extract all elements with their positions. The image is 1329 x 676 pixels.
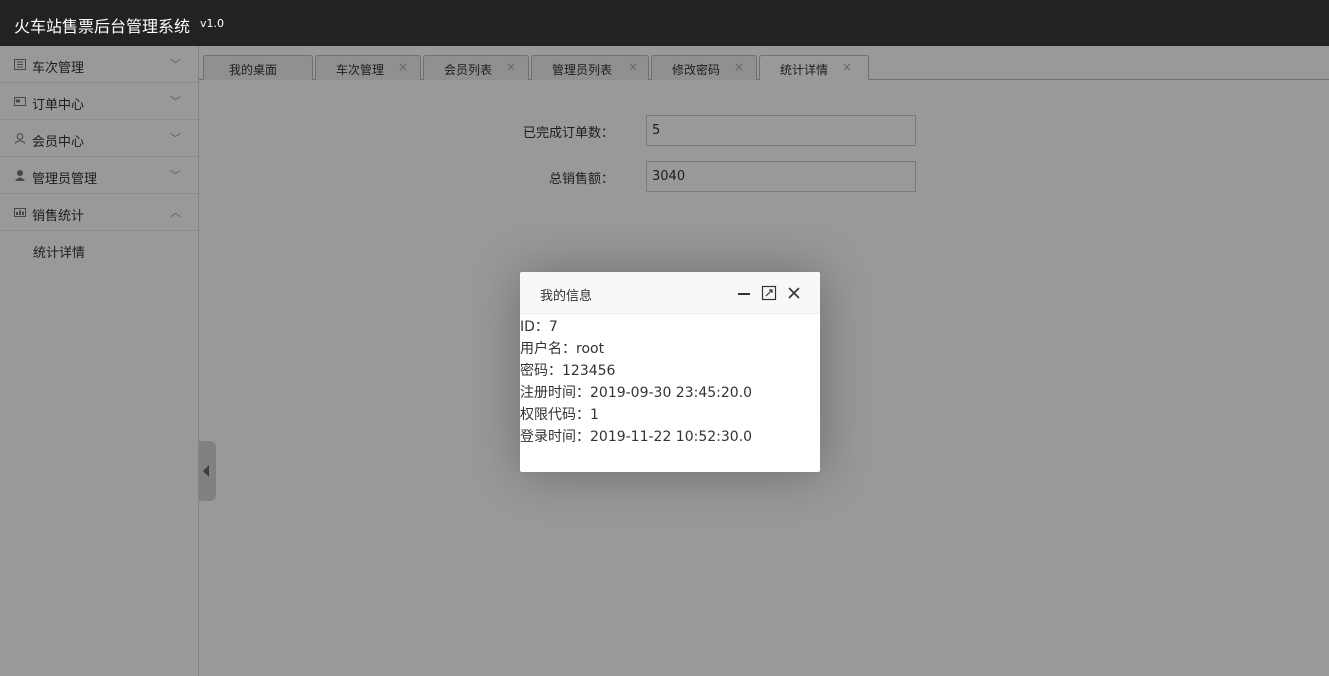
dialog-body: ID：7 用户名：root 密码：123456 注册时间：2019-09-30 …: [520, 316, 820, 448]
info-id: ID：7: [520, 319, 558, 335]
app-title: 火车站售票后台管理系统: [14, 17, 191, 36]
dialog-header: 我的信息: [520, 272, 820, 314]
info-permission-code: 权限代码：1: [520, 407, 599, 423]
close-icon[interactable]: [786, 285, 802, 301]
info-password: 密码：123456: [520, 363, 616, 379]
info-register-time: 注册时间：2019-09-30 23:45:20.0: [520, 385, 753, 401]
my-info-dialog: 我的信息 ID：7 用户名：root 密码：123456 注册时间：2019-0…: [520, 272, 820, 472]
maximize-icon[interactable]: [761, 285, 777, 301]
app-version: v1.0: [200, 17, 225, 30]
top-header: 火车站售票后台管理系统 v1.0: [0, 0, 1329, 46]
dialog-title: 我的信息: [540, 289, 593, 304]
info-login-time: 登录时间：2019-11-22 10:52:30.0: [520, 429, 753, 445]
info-username: 用户名：root: [520, 341, 605, 357]
minimize-icon[interactable]: [736, 285, 752, 301]
